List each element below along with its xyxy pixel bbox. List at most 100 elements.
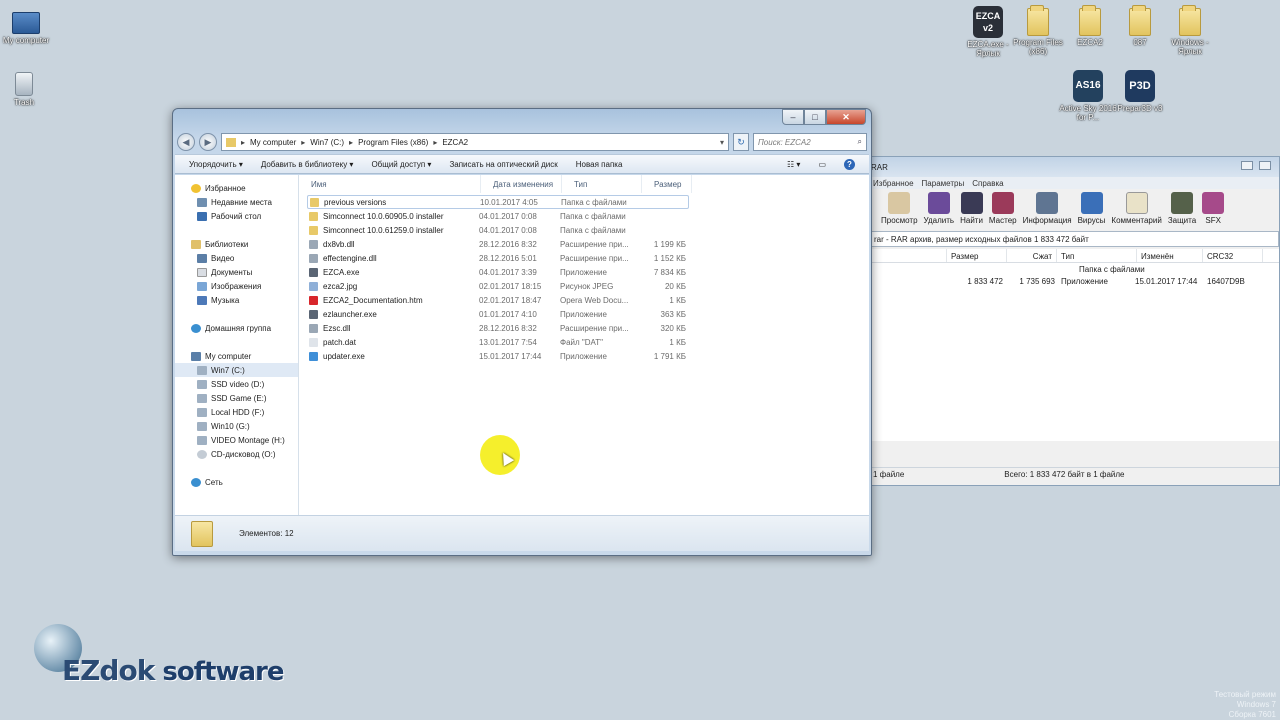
nav-drive-o[interactable]: CD-дисковод (O:)	[175, 447, 298, 461]
breadcrumb-item[interactable]: Win7 (C:)	[310, 138, 344, 147]
col-type[interactable]: Тип	[1057, 249, 1137, 262]
nav-favorites[interactable]: Избранное	[175, 181, 298, 195]
list-item[interactable]: Папка с файлами	[867, 265, 1279, 277]
tool-protect[interactable]: Защита	[1168, 192, 1196, 225]
add-to-library-button[interactable]: Добавить в библиотеку ▾	[261, 160, 354, 169]
table-row[interactable]: Simconnect 10.0.60905.0 installer 04.01.2…	[307, 209, 686, 223]
tool-view[interactable]: Просмотр	[881, 192, 918, 225]
desktop-icon-active-sky[interactable]: AS16 Active Sky 2016 for P...	[1058, 70, 1118, 122]
menu-item[interactable]: Избранное	[873, 179, 914, 188]
nav-pictures[interactable]: Изображения	[175, 279, 298, 293]
drive-icon	[197, 421, 207, 431]
table-row[interactable]: effectengine.dll 28.12.2016 5:01 Расширени…	[307, 251, 686, 265]
table-row[interactable]: EZCA.exe 04.01.2017 3:39 Приложение 7 834 К…	[307, 265, 686, 279]
nav-video[interactable]: Видео	[175, 251, 298, 265]
nav-computer[interactable]: My computer	[175, 349, 298, 363]
list-item[interactable]: 1 833 472 1 735 693 Приложение 15.01.201…	[867, 277, 1279, 289]
nav-drive-f[interactable]: Local HDD (F:)	[175, 405, 298, 419]
winrar-window[interactable]: RAR Избранное Параметры Справка Просмотр…	[866, 156, 1280, 486]
nav-desktop[interactable]: Рабочий стол	[175, 209, 298, 223]
desktop-icon-prepar3d[interactable]: P3D Prepar3D v3	[1110, 70, 1170, 113]
col-crc[interactable]: CRC32	[1203, 249, 1263, 262]
tool-find[interactable]: Найти	[960, 192, 983, 225]
desktop-icon-program-files[interactable]: Program Files (x86)	[1008, 5, 1068, 56]
file-list[interactable]: Имя Дата изменения Тип Размер previous v…	[299, 175, 869, 515]
table-row[interactable]: dx8vb.dll 28.12.2016 8:32 Расширение при..…	[307, 237, 686, 251]
breadcrumb-item[interactable]: EZCA2	[442, 138, 468, 147]
col-modified[interactable]: Изменён	[1137, 249, 1203, 262]
breadcrumb-separator[interactable]: ▸	[301, 138, 305, 147]
column-type[interactable]: Тип	[562, 175, 642, 193]
col-size[interactable]: Размер	[947, 249, 1007, 262]
table-row[interactable]: Simconnect 10.0.61259.0 installer 04.01.2…	[307, 223, 686, 237]
nav-music[interactable]: Музыка	[175, 293, 298, 307]
nav-libraries[interactable]: Библиотеки	[175, 237, 298, 251]
nav-label: SSD Game (E:)	[211, 393, 267, 403]
winrar-titlebar[interactable]: RAR	[867, 157, 1279, 177]
desktop-icon-trash[interactable]: Trash	[0, 72, 54, 107]
nav-drive-d[interactable]: SSD video (D:)	[175, 377, 298, 391]
address-dropdown-icon[interactable]: ▾	[720, 138, 724, 147]
tool-virus[interactable]: Вирусы	[1078, 192, 1105, 225]
table-row[interactable]: EZCA2_Documentation.htm 02.01.2017 18:47 O…	[307, 293, 686, 307]
table-row[interactable]: updater.exe 15.01.2017 17:44 Приложение 1 7…	[307, 349, 686, 363]
file-name: ezlauncher.exe	[323, 309, 377, 319]
preview-pane-icon[interactable]: ▭	[818, 160, 826, 169]
back-button[interactable]: ◀	[177, 133, 195, 151]
burn-button[interactable]: Записать на оптический диск	[449, 160, 557, 169]
file-date: 02.01.2017 18:15	[479, 281, 542, 291]
table-row[interactable]: patch.dat 13.01.2017 7:54 Файл "DAT" 1 КБ	[307, 335, 686, 349]
help-icon[interactable]: ?	[844, 158, 855, 170]
forward-button[interactable]: ▶	[199, 133, 217, 151]
watermark-line: Windows 7	[1236, 700, 1276, 709]
close-icon[interactable]: ✕	[826, 109, 866, 125]
table-row[interactable]: ezlauncher.exe 01.01.2017 4:10 Приложение 3…	[307, 307, 686, 321]
column-size[interactable]: Размер	[642, 175, 692, 193]
menu-item[interactable]: Параметры	[922, 179, 965, 188]
column-date[interactable]: Дата изменения	[481, 175, 562, 193]
nav-documents[interactable]: Документы	[175, 265, 298, 279]
nav-recent-places[interactable]: Недавние места	[175, 195, 298, 209]
tool-wizard[interactable]: Мастер	[989, 192, 1017, 225]
share-button[interactable]: Общий доступ ▾	[371, 160, 431, 169]
col-packed[interactable]: Сжат	[1007, 249, 1057, 262]
refresh-button[interactable]: ↻	[733, 133, 749, 151]
breadcrumb-separator[interactable]: ▸	[433, 138, 437, 147]
nav-drive-e[interactable]: SSD Game (E:)	[175, 391, 298, 405]
breadcrumb-separator[interactable]: ▸	[349, 138, 353, 147]
tool-comment[interactable]: Комментарий	[1111, 192, 1162, 225]
search-input[interactable]: Поиск: EZCA2 ⌕	[753, 133, 867, 151]
nav-drive-c[interactable]: Win7 (C:)	[175, 363, 298, 377]
file-date: 04.01.2017 3:39	[479, 267, 537, 277]
table-row[interactable]: Ezsc.dll 28.12.2016 8:32 Расширение при...…	[307, 321, 686, 335]
breadcrumb-item[interactable]: My computer	[250, 138, 296, 147]
menu-item[interactable]: Справка	[972, 179, 1003, 188]
nav-drive-g[interactable]: Win10 (G:)	[175, 419, 298, 433]
desktop-icon-my-computer[interactable]: My computer	[0, 8, 56, 45]
minimize-icon[interactable]	[1241, 161, 1253, 170]
view-options-icon[interactable]: ☷ ▾	[787, 160, 800, 169]
tool-sfx[interactable]: SFX	[1202, 192, 1225, 225]
file-type: Рисунок JPEG	[560, 281, 614, 291]
nav-homegroup[interactable]: Домашняя группа	[175, 321, 298, 335]
organize-button[interactable]: Упорядочить ▾	[189, 160, 243, 169]
maximize-icon[interactable]: □	[804, 109, 826, 125]
desktop-icon-windows[interactable]: Windows - Ярлык	[1160, 5, 1220, 56]
winrar-file-list[interactable]: Папка с файлами 1 833 472 1 735 693 Прил…	[867, 263, 1279, 441]
column-name[interactable]: Имя	[299, 175, 481, 193]
explorer-window[interactable]: – □ ✕ ◀ ▶ ▸ My computer ▸ Win7 (C:) ▸ Pr…	[172, 108, 872, 556]
breadcrumb-item[interactable]: Program Files (x86)	[358, 138, 428, 147]
table-row[interactable]: previous versions 10.01.2017 4:05 Папка с …	[307, 195, 689, 209]
new-folder-button[interactable]: Новая папка	[576, 160, 623, 169]
nav-drive-h[interactable]: VIDEO Montage (H:)	[175, 433, 298, 447]
tool-delete[interactable]: Удалить	[924, 192, 954, 225]
tool-info[interactable]: Информация	[1023, 192, 1072, 225]
file-date: 28.12.2016 8:32	[479, 323, 537, 333]
address-bar[interactable]: ▸ My computer ▸ Win7 (C:) ▸ Program File…	[221, 133, 729, 151]
row-type: Папка с файлами	[1079, 265, 1145, 274]
minimize-icon[interactable]: –	[782, 109, 804, 125]
nav-network[interactable]: Сеть	[175, 475, 298, 489]
maximize-icon[interactable]	[1259, 161, 1271, 170]
desktop-icon-label: Program Files (x86)	[1013, 38, 1063, 56]
table-row[interactable]: ezca2.jpg 02.01.2017 18:15 Рисунок JPEG 20 …	[307, 279, 686, 293]
